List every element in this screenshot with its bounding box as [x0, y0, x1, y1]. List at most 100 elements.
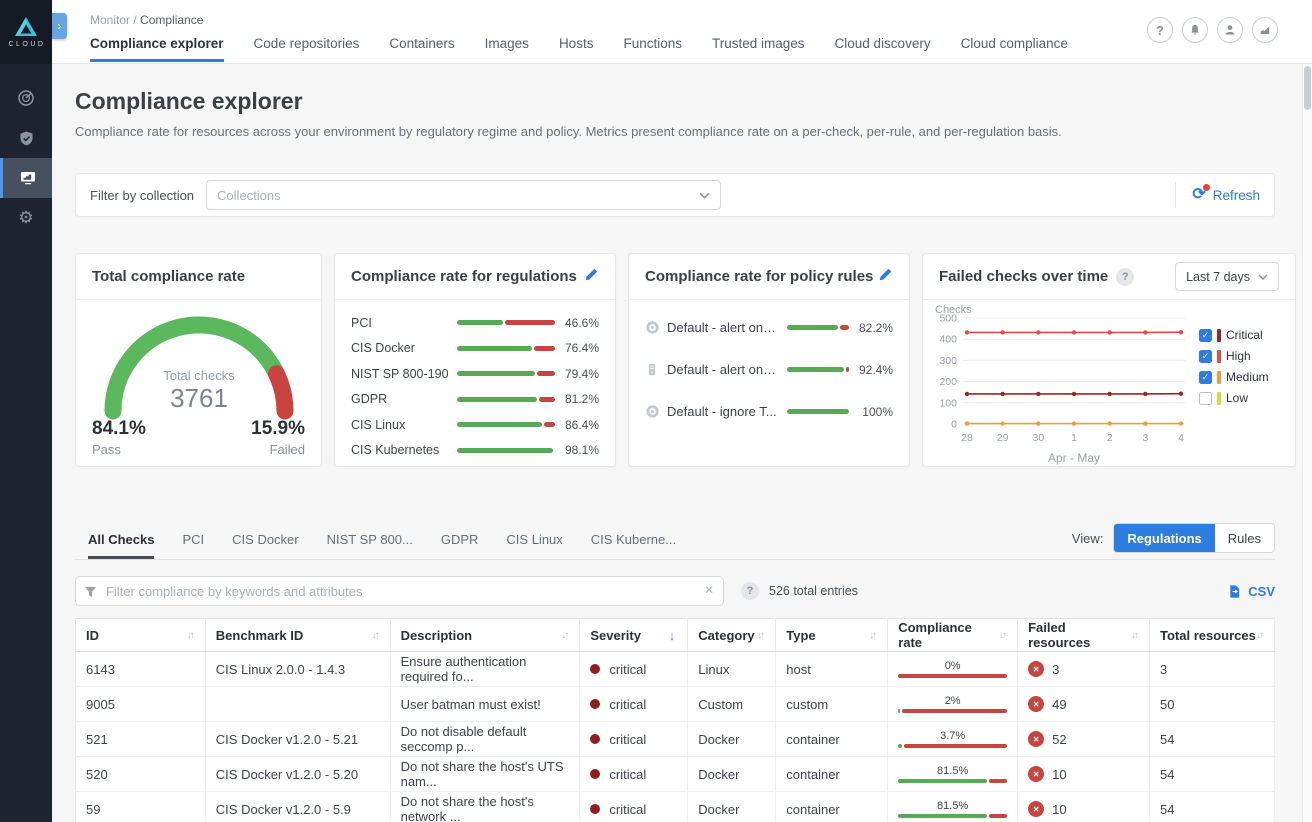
checkbox-checked[interactable]: ✓	[1199, 371, 1212, 384]
severity-dot	[590, 804, 600, 814]
user-icon[interactable]	[1217, 17, 1243, 43]
tab-trusted-images[interactable]: Trusted images	[712, 36, 805, 62]
logo-text: CLOUD	[6, 41, 45, 48]
top-bar: Monitor / Compliance Compliance explorer…	[52, 0, 1312, 64]
csv-export-button[interactable]: CSV	[1227, 584, 1275, 599]
pass-percent: 84.1%	[92, 418, 146, 440]
app-logo[interactable]: CLOUD	[0, 0, 52, 64]
svg-text:28: 28	[961, 432, 973, 444]
tab-nist[interactable]: NIST SP 800...	[327, 532, 413, 559]
regulation-row: CIS Linux 86.4%	[351, 412, 599, 438]
sidebar-item-settings[interactable]: ⚙	[0, 198, 52, 238]
compliance-bar	[787, 367, 849, 372]
refresh-button[interactable]: ⟳ Refresh	[1192, 187, 1260, 203]
scrollbar-thumb[interactable]	[1304, 66, 1311, 110]
sort-icon[interactable]: ↓↑	[869, 630, 877, 641]
compliance-filter-input[interactable]	[75, 576, 724, 606]
sidebar-item-defend[interactable]	[0, 118, 52, 158]
edit-pencil-icon[interactable]	[584, 267, 599, 286]
legend-item-critical[interactable]: ✓ Critical	[1199, 328, 1287, 342]
col-id[interactable]: ID↓↑	[76, 619, 206, 652]
compliance-bar	[898, 709, 1007, 713]
card-title: Compliance rate for policy rules	[645, 268, 873, 285]
svg-text:300: 300	[939, 355, 957, 367]
gauge-svg: Total checks 3761	[99, 314, 299, 420]
table-row[interactable]: 520 CIS Docker v1.2.0 - 5.20 Do not shar…	[76, 757, 1275, 792]
table-row[interactable]: 9005 User batman must exist! critical Cu…	[76, 687, 1275, 722]
checkbox-unchecked[interactable]: ✓	[1199, 392, 1212, 405]
col-total-resources[interactable]: Total resources↓↑	[1150, 619, 1275, 652]
tab-code-repositories[interactable]: Code repositories	[254, 36, 360, 62]
checkbox-checked[interactable]: ✓	[1199, 329, 1212, 342]
tab-hosts[interactable]: Hosts	[559, 36, 594, 62]
tab-functions[interactable]: Functions	[623, 36, 682, 62]
tab-compliance-explorer[interactable]: Compliance explorer	[90, 36, 224, 62]
tab-all-checks[interactable]: All Checks	[88, 532, 154, 559]
sort-icon[interactable]: ↓↑	[187, 630, 195, 641]
col-category[interactable]: Category↓↑	[688, 619, 776, 652]
col-type[interactable]: Type↓↑	[776, 619, 888, 652]
tab-cis-docker[interactable]: CIS Docker	[232, 532, 298, 559]
tab-cis-linux[interactable]: CIS Linux	[506, 532, 562, 559]
sort-desc-icon[interactable]: ↓	[669, 628, 678, 643]
help-icon[interactable]: ?	[741, 582, 759, 600]
view-regulations-button[interactable]: Regulations	[1114, 524, 1214, 552]
stats-icon[interactable]	[1252, 17, 1278, 43]
failed-x-icon: ✕	[1028, 766, 1044, 782]
checkbox-checked[interactable]: ✓	[1199, 350, 1212, 363]
col-severity[interactable]: Severity↓	[580, 619, 688, 652]
notifications-bell-icon[interactable]	[1182, 17, 1208, 43]
svg-text:3: 3	[1142, 432, 1148, 444]
col-benchmark-id[interactable]: Benchmark ID↓↑	[205, 619, 390, 652]
table-row[interactable]: 6143 CIS Linux 2.0.0 - 1.4.3 Ensure auth…	[76, 652, 1275, 687]
collection-filter-bar: Filter by collection Collections ⟳ Refre…	[75, 173, 1275, 217]
tab-containers[interactable]: Containers	[389, 36, 454, 62]
legend-item-medium[interactable]: ✓ Medium	[1199, 370, 1287, 384]
view-rules-button[interactable]: Rules	[1215, 524, 1274, 552]
collections-select[interactable]: Collections	[206, 180, 721, 210]
col-description[interactable]: Description↓↑	[390, 619, 580, 652]
breadcrumb-section[interactable]: Monitor	[90, 13, 130, 27]
clear-filter-icon[interactable]: ✕	[704, 583, 714, 597]
monitor-chart-icon	[19, 169, 37, 187]
svg-text:Apr - May: Apr - May	[1048, 451, 1100, 465]
table-row[interactable]: 59 CIS Docker v1.2.0 - 5.9 Do not share …	[76, 792, 1275, 822]
view-label: View:	[1072, 531, 1104, 546]
legend-item-high[interactable]: ✓ High	[1199, 349, 1287, 363]
tab-gdpr[interactable]: GDPR	[441, 532, 479, 559]
severity-dot	[590, 734, 600, 744]
tab-images[interactable]: Images	[485, 36, 529, 62]
tab-pci[interactable]: PCI	[182, 532, 204, 559]
table-header-row: ID↓↑ Benchmark ID↓↑ Description↓↑ Severi…	[76, 619, 1275, 652]
help-icon[interactable]: ?	[1116, 268, 1134, 286]
tab-cloud-compliance[interactable]: Cloud compliance	[961, 36, 1068, 62]
sort-icon[interactable]: ↓↑	[1256, 630, 1264, 641]
table-row[interactable]: 521 CIS Docker v1.2.0 - 5.21 Do not disa…	[76, 722, 1275, 757]
sidebar-item-monitor[interactable]	[0, 158, 52, 198]
sort-icon[interactable]: ↓↑	[757, 630, 765, 641]
sidebar-expand-button[interactable]: ›	[52, 13, 67, 39]
sort-icon[interactable]: ↓↑	[561, 630, 569, 641]
tab-cloud-discovery[interactable]: Cloud discovery	[835, 36, 931, 62]
col-compliance-rate[interactable]: Compliance rate↓↑	[888, 619, 1018, 652]
chevron-down-icon	[1258, 274, 1268, 280]
sort-icon[interactable]: ↓↑	[1131, 630, 1139, 641]
sort-icon[interactable]: ↓↑	[372, 630, 380, 641]
summary-cards: Total compliance rate Total checks 3761 …	[75, 253, 1275, 467]
time-range-select[interactable]: Last 7 days	[1175, 262, 1279, 291]
containers-icon	[645, 404, 667, 419]
gauge-center-value: 3761	[170, 383, 228, 413]
help-icon[interactable]: ?	[1147, 17, 1173, 43]
svg-text:4: 4	[1178, 432, 1184, 444]
sidebar-item-radar[interactable]	[0, 78, 52, 118]
vertical-scrollbar[interactable]	[1302, 64, 1312, 822]
gauge-center-label: Total checks	[163, 368, 235, 383]
tab-cis-kubernetes[interactable]: CIS Kuberne...	[591, 532, 676, 559]
legend-item-low[interactable]: ✓ Low	[1199, 391, 1287, 405]
col-failed-resources[interactable]: Failed resources↓↑	[1018, 619, 1150, 652]
notification-dot	[1203, 184, 1210, 191]
edit-pencil-icon[interactable]	[878, 267, 893, 286]
compliance-bar	[457, 448, 555, 453]
sort-icon[interactable]: ↓↑	[999, 630, 1007, 641]
breadcrumb-page: Compliance	[140, 13, 203, 27]
